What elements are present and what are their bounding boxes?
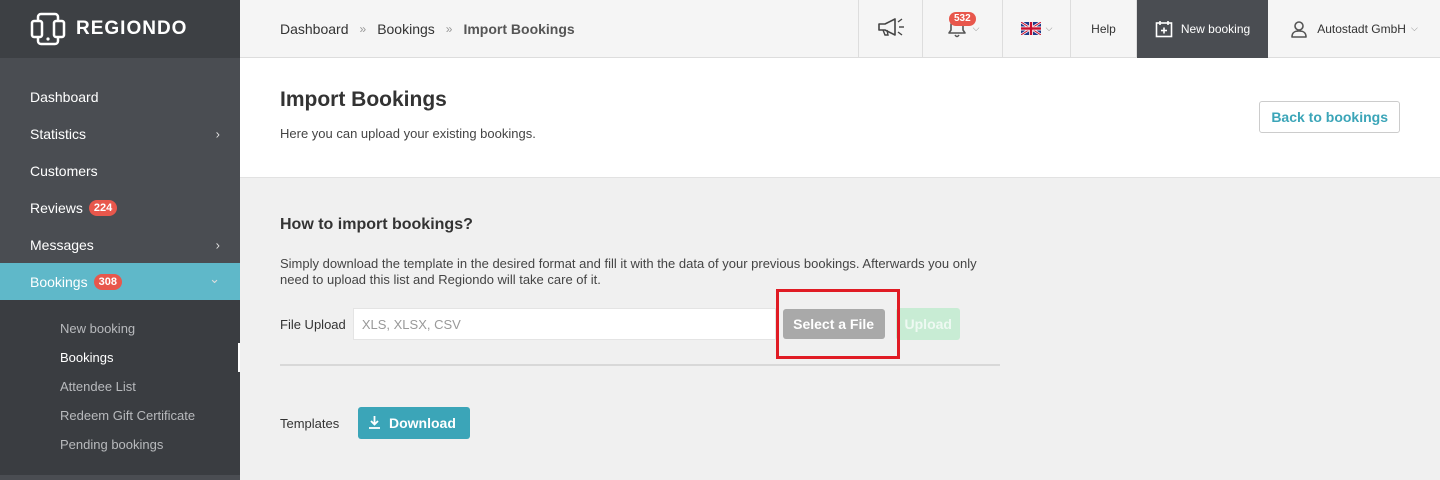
calendar-plus-icon [1155,20,1173,38]
sidebar-item-label: Reviews [30,199,83,216]
download-template-button[interactable]: Download [358,407,470,439]
breadcrumb-bookings[interactable]: Bookings [377,21,435,37]
download-icon [368,415,381,432]
page-title: Import Bookings [280,88,447,111]
brand-name: REGIONDO [76,18,188,39]
breadcrumb-separator: » [359,21,367,36]
sidebar-item-messages[interactable]: Messages › [0,226,240,263]
highlight-annotation-box [775,289,900,359]
breadcrumb-current: Import Bookings [463,20,575,37]
topbar: Dashboard » Bookings » Import Bookings 5… [240,0,1440,58]
subnav-item-attendee-list[interactable]: Attendee List [0,372,240,401]
account-name: Autostadt GmbH [1317,21,1406,36]
file-upload-row: File Upload Select a File Upload [280,289,960,359]
page-header: Import Bookings Here you can upload your… [240,58,1440,178]
breadcrumb-separator: » [445,21,453,36]
subnav-item-new-booking[interactable]: New booking [0,314,240,343]
main-nav: Dashboard Statistics › Customers Reviews… [0,58,240,475]
notifications-count-badge: 532 [949,11,976,26]
notifications-button[interactable]: 532 ⌵ [922,0,1002,58]
breadcrumb: Dashboard » Bookings » Import Bookings [240,21,858,37]
megaphone-icon [875,16,907,41]
page-subtitle: Here you can upload your existing bookin… [280,126,536,141]
sidebar-item-statistics[interactable]: Statistics › [0,115,240,152]
sidebar-item-customers[interactable]: Customers [0,152,240,189]
download-label: Download [389,415,456,431]
section-divider [280,364,1000,366]
brand-logo[interactable]: REGIONDO [0,0,240,58]
account-menu[interactable]: Autostadt GmbH ⌵ [1268,0,1440,58]
section-title: How to import bookings? [280,216,473,233]
help-button[interactable]: Help [1070,0,1136,58]
new-booking-button[interactable]: New booking [1136,0,1268,58]
help-label: Help [1091,21,1116,36]
subnav-item-redeem-gift-certificate[interactable]: Redeem Gift Certificate [0,401,240,430]
chevron-down-icon: ⌵ [1045,23,1053,33]
sidebar-item-bookings[interactable]: Bookings 308 ⌄ [0,263,240,300]
sidebar-item-dashboard[interactable]: Dashboard [0,78,240,115]
bookings-subnav: New booking Bookings Attendee List Redee… [0,300,240,475]
user-icon [1290,20,1308,38]
regiondo-logo-icon [30,11,66,47]
templates-row: Templates Download [280,407,960,439]
templates-label: Templates [280,415,340,431]
import-description: Simply download the template in the desi… [280,256,977,287]
sidebar-item-label: Messages [30,236,94,253]
sidebar: REGIONDO Dashboard Statistics › Customer… [0,0,240,480]
select-file-highlight: Select a File [775,289,900,359]
new-booking-label: New booking [1180,21,1251,36]
file-path-input[interactable] [352,308,776,340]
back-to-bookings-button[interactable]: Back to bookings [1259,101,1400,133]
sidebar-item-label: Dashboard [30,88,99,105]
main-content: Import Bookings Here you can upload your… [240,58,1440,480]
sidebar-item-reviews[interactable]: Reviews 224 [0,189,240,226]
chevron-down-icon: ⌵ [1410,23,1418,33]
reviews-count-badge: 224 [88,199,118,216]
upload-button[interactable]: Upload [896,308,960,340]
bookings-count-badge: 308 [93,273,122,290]
import-section: How to import bookings? Simply download … [240,178,1000,439]
subnav-item-pending-bookings[interactable]: Pending bookings [0,430,240,459]
file-upload-label: File Upload [280,316,346,332]
uk-flag-icon [1020,22,1041,35]
breadcrumb-dashboard[interactable]: Dashboard [280,21,349,37]
announcements-button[interactable] [858,0,922,58]
chevron-down-icon: ⌵ [972,23,980,33]
sidebar-item-label: Customers [30,162,98,179]
language-selector[interactable]: ⌵ [1002,0,1070,58]
chevron-right-icon: › [215,126,220,141]
chevron-down-icon: ⌄ [209,270,220,286]
chevron-right-icon: › [215,237,220,252]
sidebar-item-label: Bookings [30,273,88,290]
sidebar-item-label: Statistics [30,125,87,142]
subnav-item-bookings[interactable]: Bookings [0,343,240,372]
